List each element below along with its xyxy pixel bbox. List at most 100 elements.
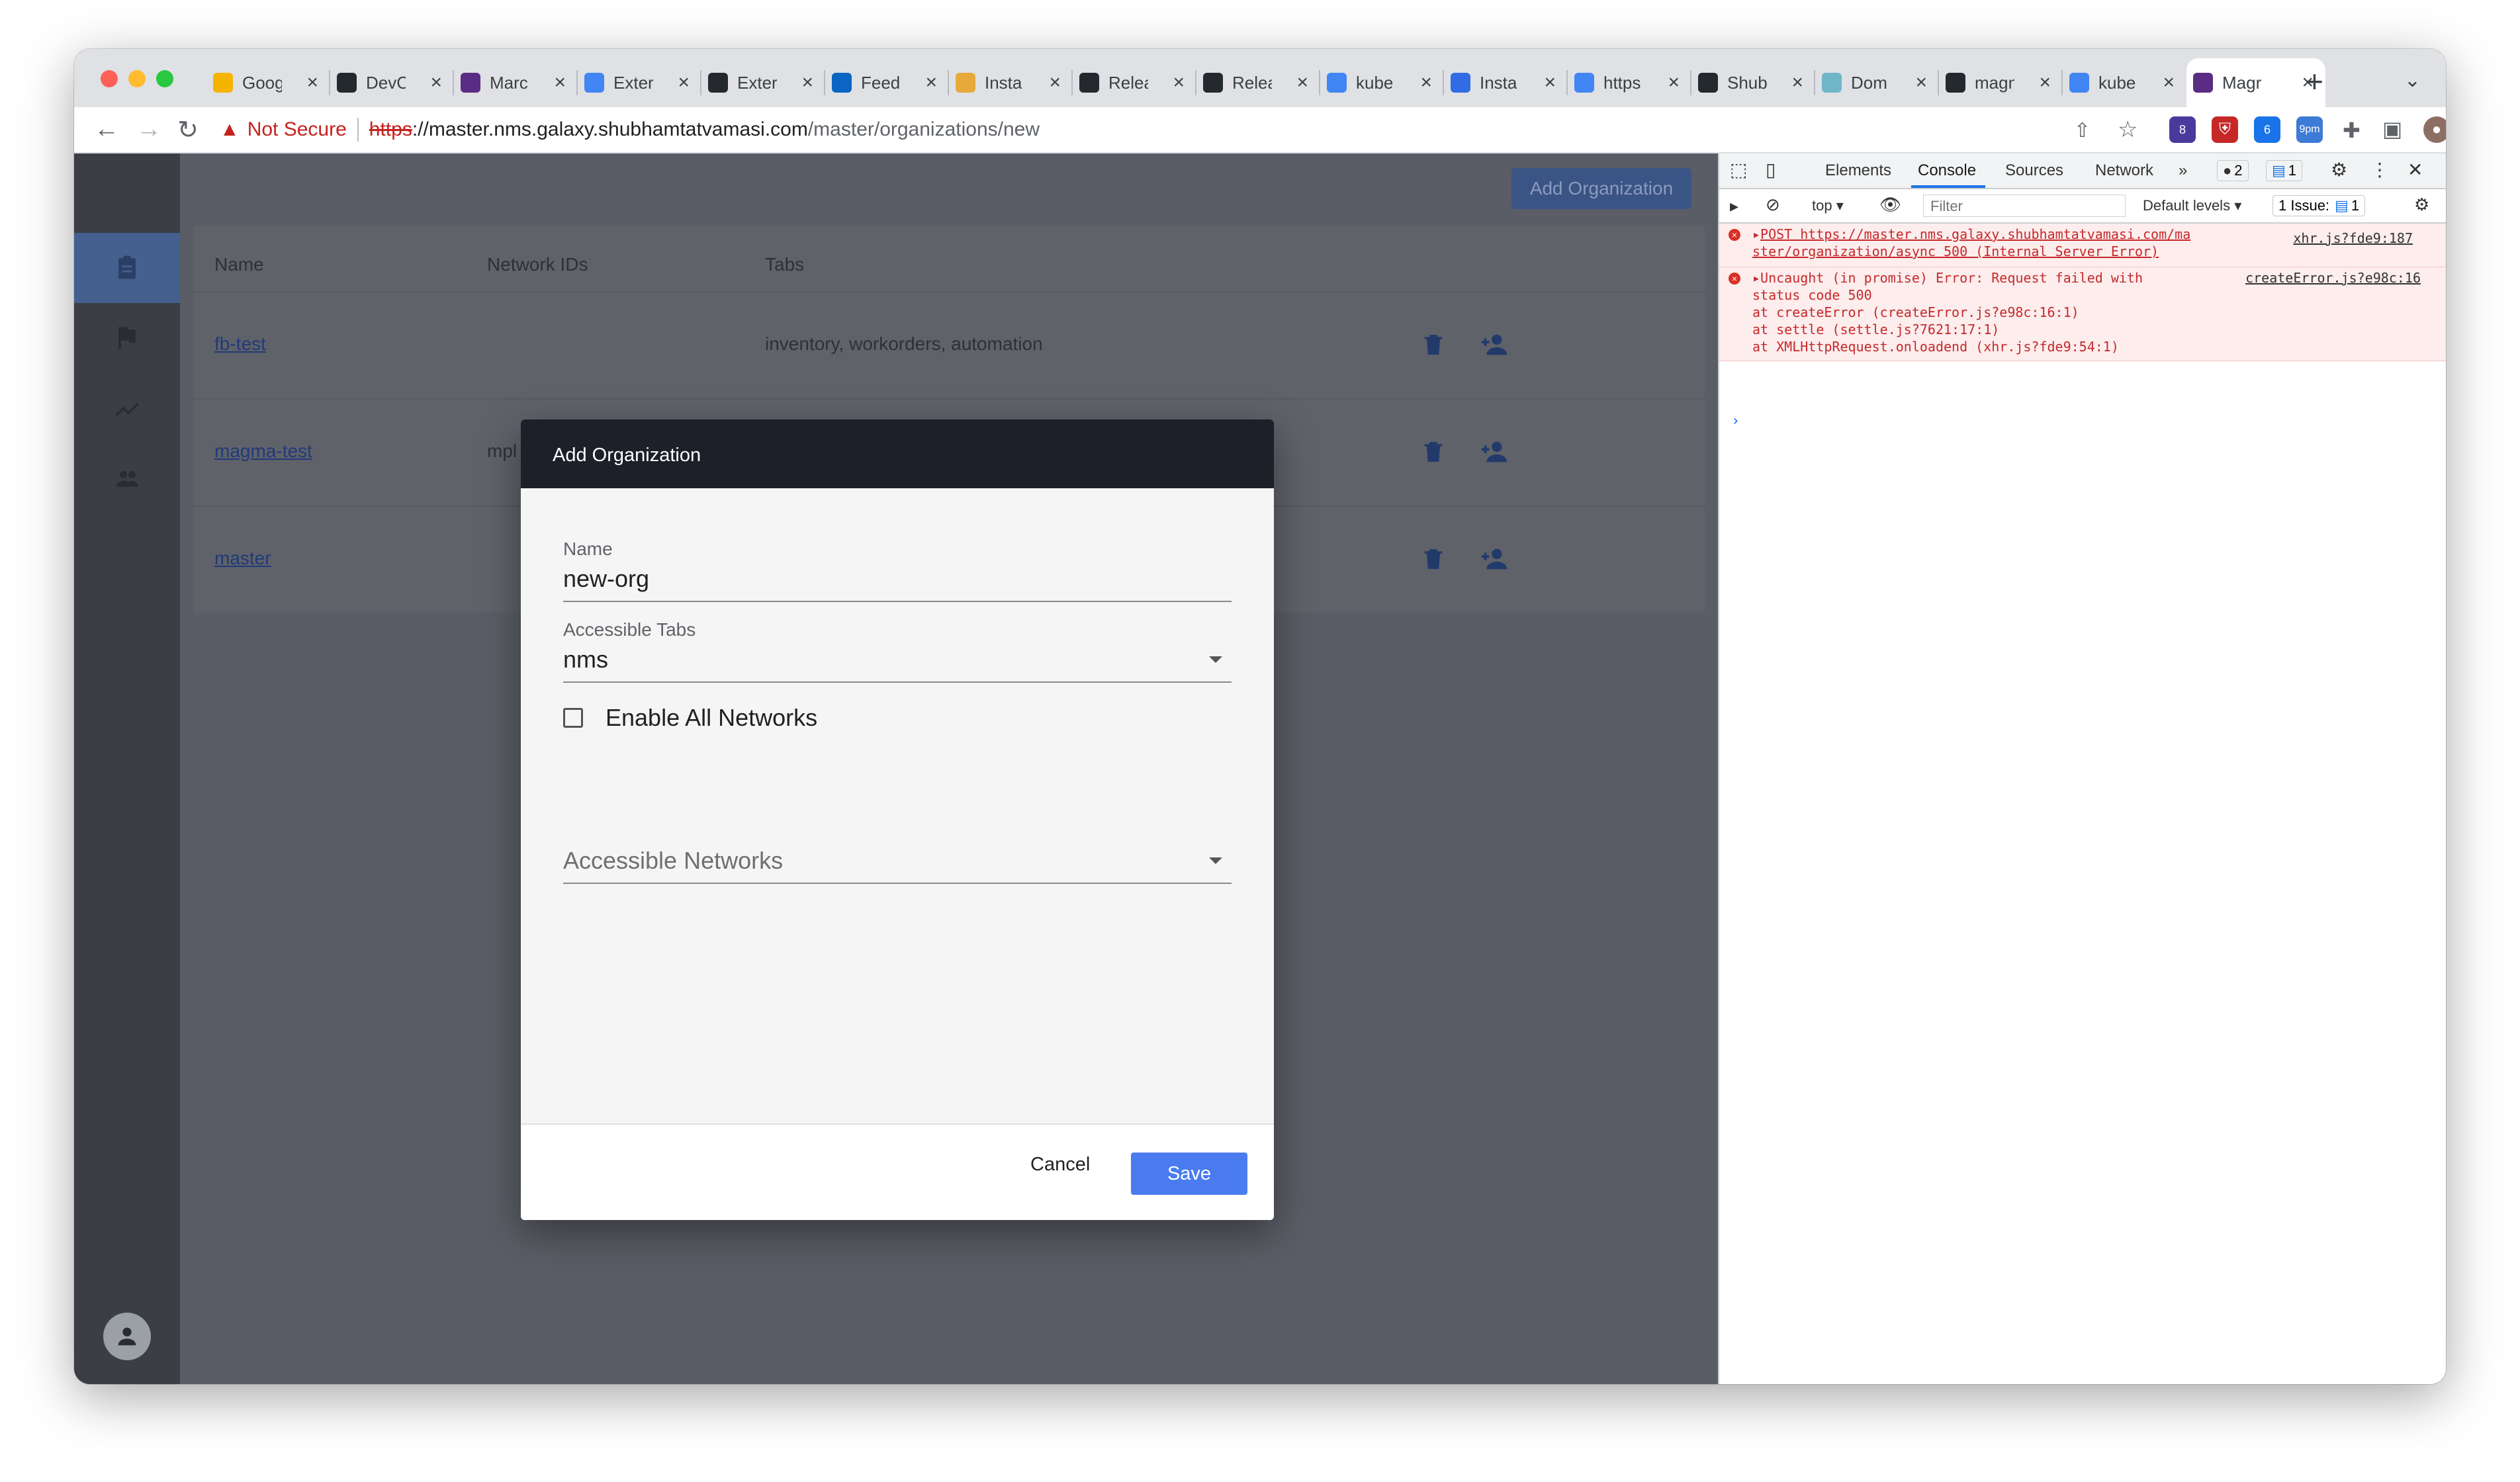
expand-triangle-icon[interactable]: ▸: [1752, 270, 1760, 286]
cancel-button[interactable]: Cancel: [1030, 1154, 1090, 1176]
close-window-button[interactable]: [101, 70, 118, 87]
browser-tab[interactable]: Goog ×: [206, 58, 330, 107]
forward-arrow-icon[interactable]: →: [136, 115, 161, 144]
back-arrow-icon[interactable]: ←: [94, 115, 119, 144]
tab-network[interactable]: Network: [2095, 161, 2153, 180]
browser-tab[interactable]: DevC ×: [330, 58, 454, 107]
close-tab-icon[interactable]: ×: [1544, 71, 1556, 94]
device-toolbar-icon[interactable]: ▯: [1766, 159, 1776, 181]
org-name-link[interactable]: master: [214, 548, 271, 569]
browser-tab[interactable]: magn ×: [1939, 58, 2063, 107]
more-tabs-chevron-icon[interactable]: »: [2179, 161, 2187, 180]
close-tab-icon[interactable]: ×: [1296, 71, 1308, 94]
close-tab-icon[interactable]: ×: [430, 71, 442, 94]
context-select[interactable]: top ▾: [1812, 197, 1844, 214]
close-tab-icon[interactable]: ×: [925, 71, 937, 94]
add-organization-button[interactable]: Add Organization: [1511, 168, 1691, 209]
extensions-puzzle-icon[interactable]: ✚: [2343, 118, 2361, 143]
stack-trace-line[interactable]: at XMLHttpRequest.onloadend (xhr.js?fde9…: [1752, 339, 2119, 355]
stack-trace-line[interactable]: at createError (createError.js?e98c:16:1…: [1752, 304, 2079, 320]
save-button[interactable]: Save: [1131, 1153, 1247, 1195]
browser-tab[interactable]: kube ×: [1320, 58, 1444, 107]
delete-trash-icon[interactable]: [1420, 329, 1447, 360]
tab-console[interactable]: Console: [1918, 161, 1976, 180]
extension-icon-3[interactable]: 6: [2254, 116, 2280, 143]
browser-tab[interactable]: Dom ×: [1815, 58, 1939, 107]
live-expression-eye-icon[interactable]: 👁: [1879, 195, 1901, 215]
close-tab-icon[interactable]: ×: [306, 71, 318, 94]
console-settings-gear-icon[interactable]: ⚙: [2414, 195, 2429, 215]
tabs-dropdown-caret-icon[interactable]: [1209, 656, 1222, 663]
close-tab-icon[interactable]: ×: [1173, 71, 1185, 94]
ublock-icon[interactable]: ⛨: [2212, 116, 2238, 143]
name-input[interactable]: new-org: [563, 565, 649, 593]
org-name-link[interactable]: fb-test: [214, 333, 266, 355]
extension-icon-1[interactable]: 8: [2169, 116, 2196, 143]
networks-dropdown-caret-icon[interactable]: [1209, 857, 1222, 864]
address-bar[interactable]: ▲ Not Secure https ://master.nms.galaxy.…: [220, 112, 2006, 147]
accessible-networks-select[interactable]: Accessible Networks: [563, 847, 783, 875]
tab-search-chevron-icon[interactable]: ⌄: [2404, 69, 2421, 92]
console-filter-input[interactable]: Filter: [1923, 195, 2126, 217]
new-tab-button[interactable]: +: [2306, 64, 2323, 99]
message-count-badge[interactable]: ▤ 1: [2266, 160, 2303, 181]
browser-tab[interactable]: Exter ×: [578, 58, 701, 107]
side-panel-icon[interactable]: ▣: [2382, 116, 2402, 142]
error-source-link[interactable]: xhr.js?fde9:187: [2293, 230, 2413, 246]
delete-trash-icon[interactable]: [1420, 437, 1447, 467]
close-tab-icon[interactable]: ×: [2039, 71, 2051, 94]
close-tab-icon[interactable]: ×: [1420, 71, 1432, 94]
sidebar-toggle-icon[interactable]: ▸: [1730, 196, 1738, 216]
reload-icon[interactable]: ↻: [177, 115, 199, 145]
clear-console-icon[interactable]: ⊘: [1766, 195, 1780, 215]
close-tab-icon[interactable]: ×: [1915, 71, 1927, 94]
browser-tab[interactable]: Shub ×: [1691, 58, 1815, 107]
error-message-line[interactable]: POST https://master.nms.galaxy.shubhamta…: [1760, 226, 2190, 242]
close-tab-icon[interactable]: ×: [2163, 71, 2175, 94]
minimize-window-button[interactable]: [128, 70, 146, 87]
browser-tab[interactable]: kube ×: [2063, 58, 2186, 107]
expand-triangle-icon[interactable]: ▸: [1752, 226, 1760, 242]
share-icon[interactable]: ⇧: [2074, 119, 2091, 142]
browser-tab[interactable]: Exter ×: [701, 58, 825, 107]
sidebar-item-users[interactable]: [74, 443, 180, 513]
close-tab-icon[interactable]: ×: [554, 71, 566, 94]
browser-tab[interactable]: Magr ×: [2186, 58, 2325, 107]
browser-tab[interactable]: Relea ×: [1073, 58, 1196, 107]
enable-all-networks-checkbox[interactable]: [563, 708, 583, 728]
sidebar-item-features[interactable]: [74, 303, 180, 373]
log-levels-select[interactable]: Default levels ▾: [2143, 197, 2241, 214]
extension-icon-4[interactable]: 9pm: [2296, 116, 2323, 143]
delete-trash-icon[interactable]: [1420, 544, 1447, 574]
browser-tab[interactable]: Feed ×: [825, 58, 949, 107]
not-secure-label[interactable]: Not Secure: [248, 118, 347, 141]
org-name-link[interactable]: magma-test: [214, 441, 312, 462]
tab-elements[interactable]: Elements: [1825, 161, 1891, 180]
close-tab-icon[interactable]: ×: [1049, 71, 1061, 94]
bookmark-star-icon[interactable]: ☆: [2118, 116, 2138, 143]
accessible-tabs-select[interactable]: nms: [563, 646, 608, 674]
browser-tab[interactable]: Relea ×: [1196, 58, 1320, 107]
browser-tab[interactable]: https ×: [1568, 58, 1691, 107]
stack-trace-line[interactable]: at settle (settle.js?7621:17:1): [1752, 322, 1999, 337]
maximize-window-button[interactable]: [156, 70, 173, 87]
add-user-icon[interactable]: [1477, 544, 1511, 574]
close-tab-icon[interactable]: ×: [1668, 71, 1680, 94]
add-user-icon[interactable]: [1477, 329, 1511, 360]
tab-sources[interactable]: Sources: [2005, 161, 2063, 180]
sidebar-item-organizations[interactable]: [74, 233, 180, 303]
add-user-icon[interactable]: [1477, 437, 1511, 467]
error-source-link[interactable]: createError.js?e98c:16: [2245, 270, 2421, 286]
enable-all-networks-label[interactable]: Enable All Networks: [606, 704, 817, 732]
browser-tab[interactable]: Insta ×: [949, 58, 1073, 107]
devtools-menu-icon[interactable]: ⋮: [2370, 159, 2389, 181]
error-count-badge[interactable]: ● 2: [2217, 160, 2249, 181]
close-tab-icon[interactable]: ×: [1791, 71, 1803, 94]
close-tab-icon[interactable]: ×: [678, 71, 690, 94]
close-devtools-icon[interactable]: ✕: [2408, 159, 2423, 181]
issues-button[interactable]: 1 Issue: ▤ 1: [2272, 195, 2366, 216]
browser-tab[interactable]: Insta ×: [1444, 58, 1568, 107]
close-tab-icon[interactable]: ×: [801, 71, 813, 94]
browser-tab[interactable]: Marc ×: [454, 58, 578, 107]
console-prompt-chevron-icon[interactable]: ›: [1731, 413, 1740, 429]
